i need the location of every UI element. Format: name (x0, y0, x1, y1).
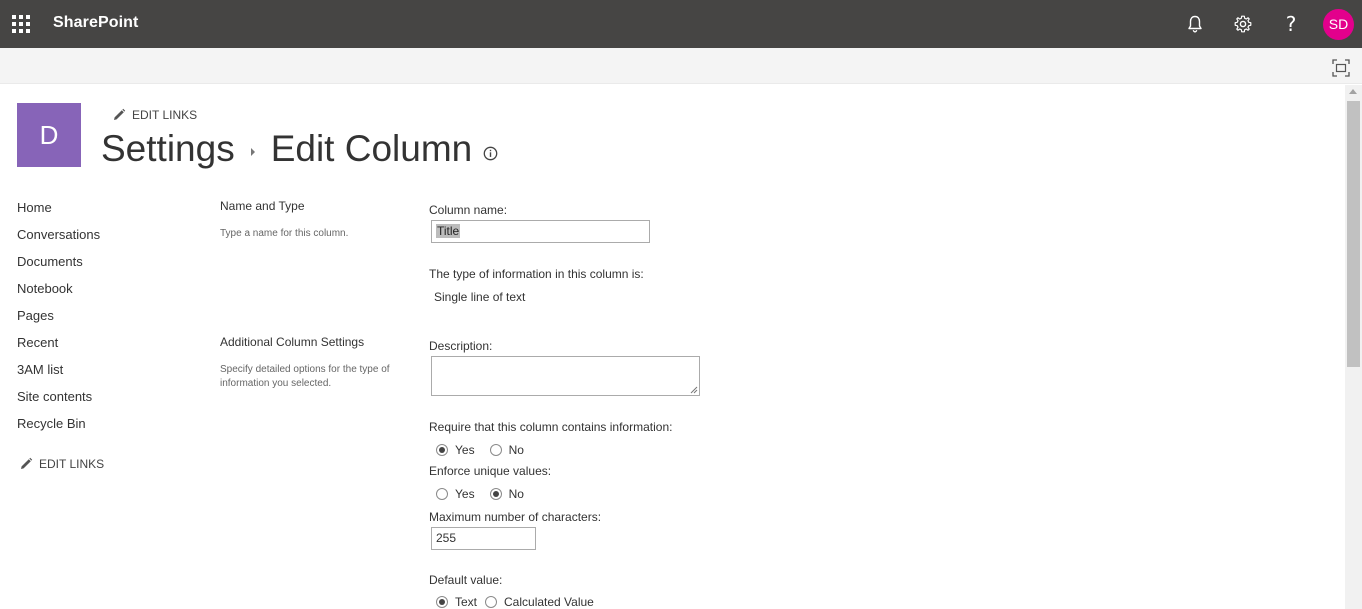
top-edit-links-button[interactable]: EDIT LINKS (112, 108, 197, 122)
section-description-name-type: Type a name for this column. (220, 228, 349, 239)
scroll-up-arrow-icon[interactable] (1349, 89, 1357, 94)
breadcrumb-current: Edit Column (270, 128, 473, 169)
avatar[interactable]: SD (1323, 9, 1354, 40)
require-radio-group: Yes No (436, 443, 539, 457)
description-textarea[interactable] (431, 356, 700, 396)
bell-icon[interactable] (1183, 12, 1207, 36)
type-info-value: Single line of text (434, 290, 526, 304)
nav-edit-links-button[interactable]: EDIT LINKS (19, 457, 104, 471)
nav-item-documents[interactable]: Documents (17, 253, 177, 280)
left-navigation: Home Conversations Documents Notebook Pa… (17, 199, 177, 442)
help-icon[interactable]: ? (1279, 12, 1303, 36)
column-name-value: Title (436, 224, 461, 238)
nav-item-3am-list[interactable]: 3AM list (17, 361, 177, 388)
info-icon[interactable] (483, 146, 498, 161)
vertical-scrollbar[interactable] (1345, 85, 1362, 609)
unique-yes-label[interactable]: Yes (455, 487, 475, 501)
section-title-additional-settings: Additional Column Settings (220, 335, 365, 349)
unique-label: Enforce unique values: (429, 464, 552, 478)
default-value-radio-group: Text Calculated Value (436, 595, 609, 609)
default-calculated-label[interactable]: Calculated Value (504, 595, 594, 609)
pencil-icon (114, 108, 126, 120)
unique-yes-radio[interactable] (436, 488, 448, 500)
edit-links-label: EDIT LINKS (39, 457, 105, 471)
scroll-thumb[interactable] (1347, 101, 1360, 367)
unique-no-radio[interactable] (489, 488, 502, 500)
default-text-radio[interactable] (436, 596, 448, 608)
require-yes-label[interactable]: Yes (455, 443, 475, 457)
max-characters-label: Maximum number of characters: (429, 510, 602, 524)
nav-item-conversations[interactable]: Conversations (17, 226, 177, 253)
unique-radio-group: Yes No (436, 487, 539, 501)
column-name-label: Column name: (429, 203, 508, 217)
max-characters-value: 255 (436, 531, 457, 545)
nav-item-home[interactable]: Home (17, 199, 177, 226)
focus-on-content-icon[interactable] (1332, 59, 1350, 77)
unique-no-label[interactable]: No (509, 487, 524, 501)
nav-item-recent[interactable]: Recent (17, 334, 177, 361)
section-description-additional-settings: Specify detailed options for the type of… (220, 364, 390, 389)
suite-bar: SharePoint ? SD (0, 0, 1362, 48)
description-label: Description: (429, 339, 493, 353)
default-text-label[interactable]: Text (455, 595, 477, 609)
require-label: Require that this column contains inform… (429, 420, 673, 434)
max-characters-input[interactable]: 255 (431, 527, 536, 550)
nav-item-recycle-bin[interactable]: Recycle Bin (17, 415, 177, 442)
breadcrumb-separator-icon (250, 148, 255, 156)
nav-item-site-contents[interactable]: Site contents (17, 388, 177, 415)
require-no-radio[interactable] (489, 444, 502, 456)
nav-item-pages[interactable]: Pages (17, 307, 177, 334)
resize-grip-icon[interactable] (690, 386, 698, 394)
sharepoint-brand-link[interactable]: SharePoint (53, 14, 138, 32)
pencil-icon (21, 457, 33, 469)
type-info-label: The type of information in this column i… (429, 267, 644, 281)
site-logo[interactable]: D (17, 103, 81, 167)
require-no-label[interactable]: No (509, 443, 524, 457)
ribbon-bar (0, 48, 1362, 84)
edit-links-label: EDIT LINKS (132, 108, 198, 122)
require-yes-radio[interactable] (436, 444, 448, 456)
column-name-input[interactable]: Title (431, 220, 650, 243)
default-value-label: Default value: (429, 573, 503, 587)
app-launcher-waffle-icon[interactable] (12, 15, 30, 33)
gear-icon[interactable] (1231, 12, 1255, 36)
default-calculated-radio[interactable] (485, 596, 498, 608)
breadcrumb-settings-link[interactable]: Settings (101, 128, 235, 170)
help-glyph: ? (1285, 12, 1297, 36)
page-title: Settings Edit Column (101, 128, 498, 170)
nav-item-notebook[interactable]: Notebook (17, 280, 177, 307)
section-title-name-type: Name and Type (220, 199, 305, 213)
